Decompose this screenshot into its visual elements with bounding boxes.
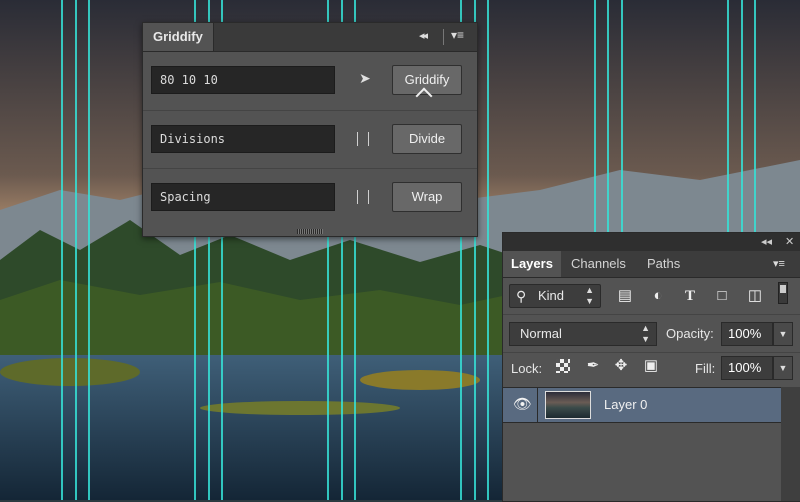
layer-row[interactable]: 👁 Layer 0 — [503, 387, 781, 423]
tab-layers[interactable]: Layers — [503, 251, 561, 277]
tab-paths[interactable]: Paths — [639, 251, 688, 277]
filter-row: ⚲ Kind ▲ ▼ ▤ ◐ T □ ◫ — [503, 278, 800, 315]
spacing-row: Spacing Wrap — [143, 168, 477, 226]
layers-panel: ◂◂ ✕ Layers Channels Paths ▾≡ ⚲ Kind ▲ ▼ … — [502, 232, 800, 502]
layer-thumbnail — [545, 391, 591, 419]
resize-grip-icon[interactable] — [297, 229, 323, 234]
lock-brush-icon[interactable]: ✒ — [583, 356, 603, 376]
guide-line[interactable] — [75, 0, 77, 500]
lock-transparency-icon[interactable] — [556, 359, 570, 373]
opacity-dropdown-button[interactable]: ▼ — [773, 322, 793, 346]
divisions-input[interactable]: Divisions — [151, 125, 335, 153]
spacing-checkbox[interactable] — [357, 190, 369, 204]
griddify-panel: Griddify ◂◂ ▾≡ 80 10 10 ➤ Griddify Divis… — [142, 22, 478, 237]
wrap-button[interactable]: Wrap — [392, 182, 462, 212]
updown-arrows-icon: ▲ ▼ — [641, 323, 650, 344]
divide-button[interactable]: Divide — [392, 124, 462, 154]
blend-mode-select[interactable]: Normal ▲ ▼ — [509, 322, 657, 346]
collapse-icon[interactable]: ◂◂ — [419, 29, 428, 42]
filter-toggle[interactable] — [778, 282, 788, 304]
image-filter-icon[interactable]: ▤ — [615, 286, 635, 306]
collapse-icon[interactable]: ◂◂ — [761, 235, 772, 248]
guide-line[interactable] — [88, 0, 90, 500]
lock-label: Lock: — [511, 361, 543, 376]
lock-all-icon[interactable]: ▣ — [641, 356, 661, 376]
adjustment-filter-icon[interactable]: ◐ — [648, 286, 668, 306]
blend-mode-value: Normal — [520, 326, 562, 341]
griddify-titlebar[interactable]: Griddify ◂◂ ▾≡ — [143, 23, 477, 52]
layers-panel-topbar[interactable]: ◂◂ ✕ — [503, 233, 800, 251]
griddify-tab[interactable]: Griddify — [143, 23, 214, 51]
fill-field[interactable]: 100% — [721, 356, 773, 380]
filter-kind-label: Kind — [538, 288, 565, 303]
grid-spec-input[interactable]: 80 10 10 — [151, 66, 335, 94]
griddify-row: 80 10 10 ➤ Griddify — [143, 52, 477, 109]
close-icon[interactable]: ✕ — [785, 235, 794, 248]
updown-arrows-icon: ▲ ▼ — [585, 285, 594, 306]
fill-dropdown-button[interactable]: ▼ — [773, 356, 793, 380]
tab-channels[interactable]: Channels — [563, 251, 634, 277]
divisions-checkbox[interactable] — [357, 132, 369, 146]
opacity-label: Opacity: — [666, 326, 714, 341]
guide-line[interactable] — [61, 0, 63, 500]
panel-menu-icon[interactable]: ▾≡ — [451, 28, 464, 42]
play-arrow-icon[interactable]: ➤ — [359, 70, 371, 87]
eye-icon[interactable]: 👁 — [513, 395, 532, 413]
lock-row: Lock: ✒ ✥ ▣ Fill: 100% ▼ — [503, 352, 800, 387]
fill-label: Fill: — [695, 361, 716, 376]
opacity-field[interactable]: 100% — [721, 322, 773, 346]
type-filter-icon[interactable]: T — [680, 286, 700, 306]
blend-row: Normal ▲ ▼ Opacity: 100% ▼ — [503, 314, 800, 353]
layers-scrollbar[interactable] — [781, 387, 800, 501]
spacing-input[interactable]: Spacing — [151, 183, 335, 211]
lock-move-icon[interactable]: ✥ — [611, 356, 631, 376]
panel-menu-icon[interactable]: ▾≡ — [773, 257, 785, 270]
layer-name[interactable]: Layer 0 — [604, 397, 647, 412]
layers-tab-bar: Layers Channels Paths ▾≡ — [503, 251, 800, 278]
filter-kind-select[interactable]: ⚲ Kind ▲ ▼ — [509, 284, 601, 308]
divider — [537, 388, 538, 422]
divisions-row: Divisions Divide — [143, 110, 477, 168]
search-icon: ⚲ — [516, 288, 527, 304]
smart-object-filter-icon[interactable]: ◫ — [745, 286, 765, 306]
divider — [443, 29, 444, 45]
shape-filter-icon[interactable]: □ — [712, 286, 732, 306]
guide-line[interactable] — [487, 0, 489, 500]
